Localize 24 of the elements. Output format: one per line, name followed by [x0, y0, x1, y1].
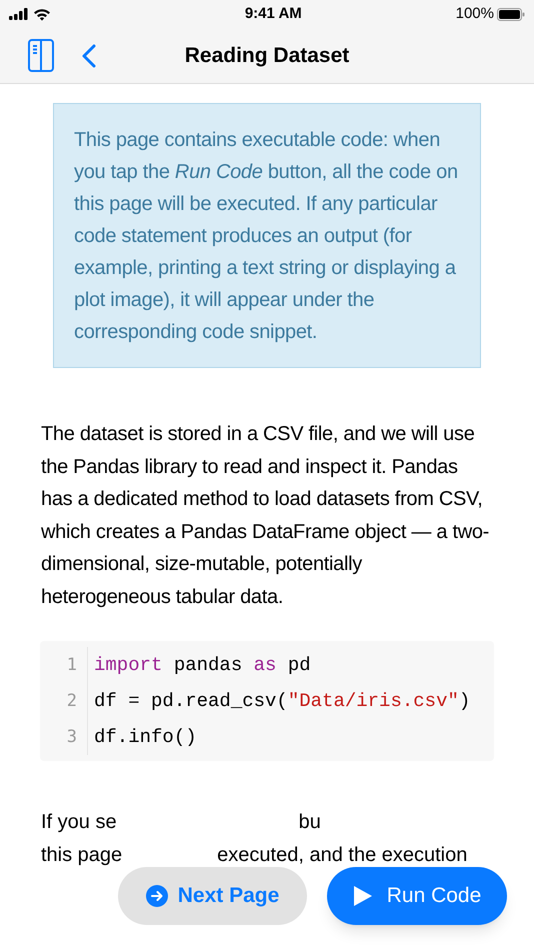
wifi-icon: [33, 8, 51, 20]
signal-icon: [9, 8, 29, 20]
code-line: df = pd.read_csv("Data/iris.csv"): [94, 689, 470, 714]
callout-text: This page contains executable code: when you tap the Run Code button, all the code on this page will be executed. If any particular code statement produces an output (for example, printing a text string or displaying a plot image), it will appear under the corresponding code snippet.: [74, 128, 459, 345]
next-page-button[interactable]: Next Page: [118, 867, 307, 925]
code-line: df.info(): [94, 725, 198, 750]
run-code-button[interactable]: Run Code: [327, 867, 507, 925]
back-chevron-icon[interactable]: [82, 44, 96, 68]
paragraph-fragment: executed, and the execution: [217, 842, 468, 868]
status-time: 9:41 AM: [244, 4, 302, 24]
page-title: Reading Dataset: [184, 42, 350, 69]
battery-percentage: 100%: [456, 4, 494, 24]
sidebar-toggle-icon[interactable]: [28, 39, 54, 72]
arrow-right-circle-icon: [146, 885, 168, 907]
code-line: import pandas as pd: [94, 653, 312, 678]
paragraph-fragment: this page: [41, 842, 122, 868]
battery-icon: [497, 8, 525, 20]
line-number: 1: [66, 654, 77, 677]
body-paragraph: The dataset is stored in a CSV file, and we will use the Pandas library to read and inspect it. Pandas has a dedicated method to load datasets from CSV, which creates a Pandas DataFrame object — a two-dimensional, size-mutable, potentially heterogeneous tabular data.: [41, 422, 490, 610]
line-number: 2: [66, 690, 77, 713]
play-icon: [352, 885, 373, 907]
line-number: 3: [66, 726, 77, 749]
paragraph-fragment: If you se: [41, 810, 117, 835]
paragraph-fragment: bu: [298, 810, 321, 835]
